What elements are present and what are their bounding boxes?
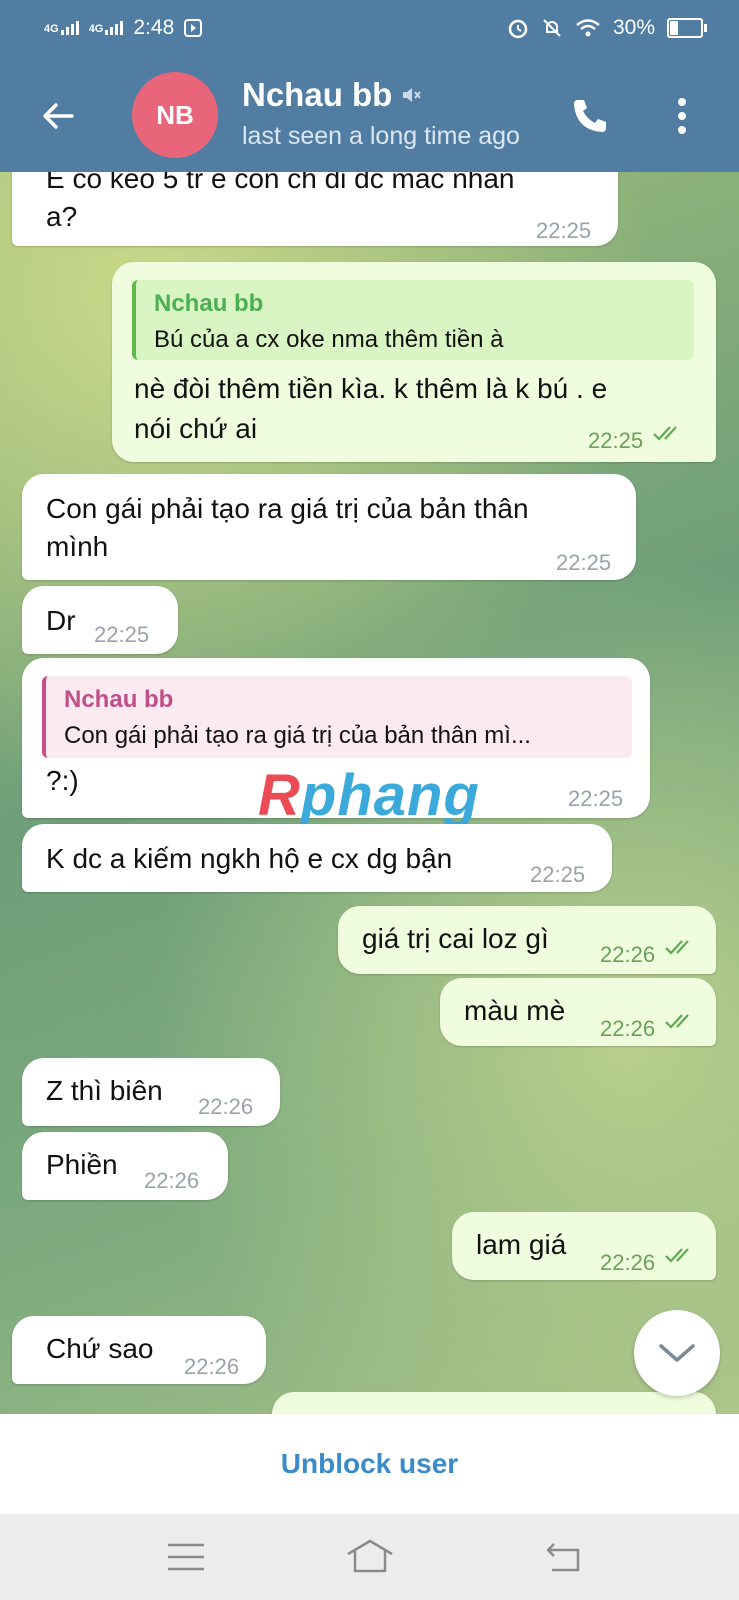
message-time: 22:26 [600,942,656,967]
message-text: Z thì biên [46,1075,163,1106]
message-text: nè đòi thêm tiền kìa. k thêm là k bú . e [134,373,608,404]
battery-percent: 30% [612,16,655,39]
double-check-icon [665,1014,689,1029]
battery-icon [667,18,707,38]
reply-quote[interactable]: Nchau bb Bú của a cx oke nma thêm tiền à [132,280,694,360]
message-incoming[interactable]: Phiền 22:26 [22,1132,228,1200]
menu-icon[interactable] [166,1542,206,1572]
message-text: Phiền [46,1149,118,1180]
double-check-icon [665,1248,689,1263]
message-text: màu mè [464,995,566,1026]
more-vertical-icon[interactable] [676,94,688,138]
message-text: giá trị cai loz gì [362,923,549,954]
reply-quote[interactable]: Nchau bb Con gái phải tạo ra giá trị của… [42,676,632,758]
network-type-2: 4G [88,23,104,35]
muted-icon [403,88,422,102]
clock: 2:48 [133,16,175,39]
message-text: Chứ sao [46,1333,154,1364]
scroll-down-button[interactable] [634,1310,720,1396]
message-time: 22:25 [94,622,150,647]
message-time: 22:26 [184,1354,240,1379]
system-nav-bar [0,1514,739,1600]
message-text: ?:) [46,765,79,796]
signal-icon: 4G [44,21,79,35]
back-icon[interactable] [544,1540,584,1572]
reply-text: Bú của a cx oke nma thêm tiền à [154,326,504,353]
media-icon [184,19,203,37]
message-incoming[interactable]: Z thì biên 22:26 [22,1058,280,1126]
mute-icon [543,19,561,37]
chat-area[interactable]: E co keo 5 tr e con ch di dc mac nhan a?… [0,172,739,1414]
alarm-icon [508,19,528,39]
message-text: Con gái phải tạo ra giá trị của bản thân [46,493,529,524]
message-incoming[interactable]: Con gái phải tạo ra giá trị của bản thân… [22,474,636,580]
chat-header: NB Nchau bb last seen a long time ago [0,58,739,172]
double-check-icon [653,426,677,441]
message-text: a? [46,201,78,232]
message-text: nói chứ ai [134,413,258,444]
watermark: Rphang [258,763,480,828]
message-time: 22:25 [556,550,612,575]
wifi-icon [576,19,600,37]
contact-name: Nchau bb [242,76,393,113]
message-time: 22:25 [536,218,592,243]
message-time: 22:25 [588,428,644,453]
message-time: 22:26 [600,1016,656,1041]
last-seen-status: last seen a long time ago [242,122,520,150]
double-check-icon [665,940,689,955]
message-incoming[interactable]: K dc a kiếm ngkh hộ e cx dg bận 22:25 [22,824,612,892]
message-time: 22:26 [600,1250,656,1275]
message-outgoing[interactable]: giá trị cai loz gì 22:26 [338,906,716,974]
chat-title[interactable]: Nchau bb [242,76,422,114]
signal-icon: 4G [89,21,124,35]
message-text: mình [46,531,109,562]
chevron-down-icon [659,1344,695,1362]
message-time: 22:26 [198,1094,254,1119]
back-arrow-icon[interactable] [38,96,78,136]
avatar[interactable]: NB [132,72,218,158]
unblock-user-button[interactable]: Unblock user [0,1414,739,1514]
status-bar: 4G 4G 2:48 30% [0,0,739,58]
reply-author: Nchau bb [64,686,174,713]
message-outgoing[interactable]: màu mè 22:26 [440,978,716,1046]
home-icon[interactable] [345,1538,395,1574]
message-text: Dr [46,605,76,636]
message-incoming[interactable]: Dr 22:25 [22,586,178,654]
message-text: K dc a kiếm ngkh hộ e cx dg bận [46,843,453,874]
message-outgoing[interactable]: Nchau bb Bú của a cx oke nma thêm tiền à… [112,262,716,462]
message-time: 22:25 [568,786,624,811]
message-incoming[interactable]: E co keo 5 tr e con ch di dc mac nhan a?… [12,172,618,246]
reply-text: Con gái phải tạo ra giá trị của bản thân… [64,722,531,749]
message-time: 22:26 [144,1168,200,1193]
message-text: E co keo 5 tr e con ch di dc mac nhan [46,172,515,194]
phone-icon[interactable] [568,94,612,138]
reply-author: Nchau bb [154,290,264,317]
message-incoming[interactable]: Chứ sao 22:26 [12,1316,266,1384]
network-type-1: 4G [44,23,59,35]
message-text: lam giá [476,1229,567,1260]
message-time: 22:25 [530,862,586,887]
message-outgoing[interactable]: lam giá 22:26 [452,1212,716,1280]
